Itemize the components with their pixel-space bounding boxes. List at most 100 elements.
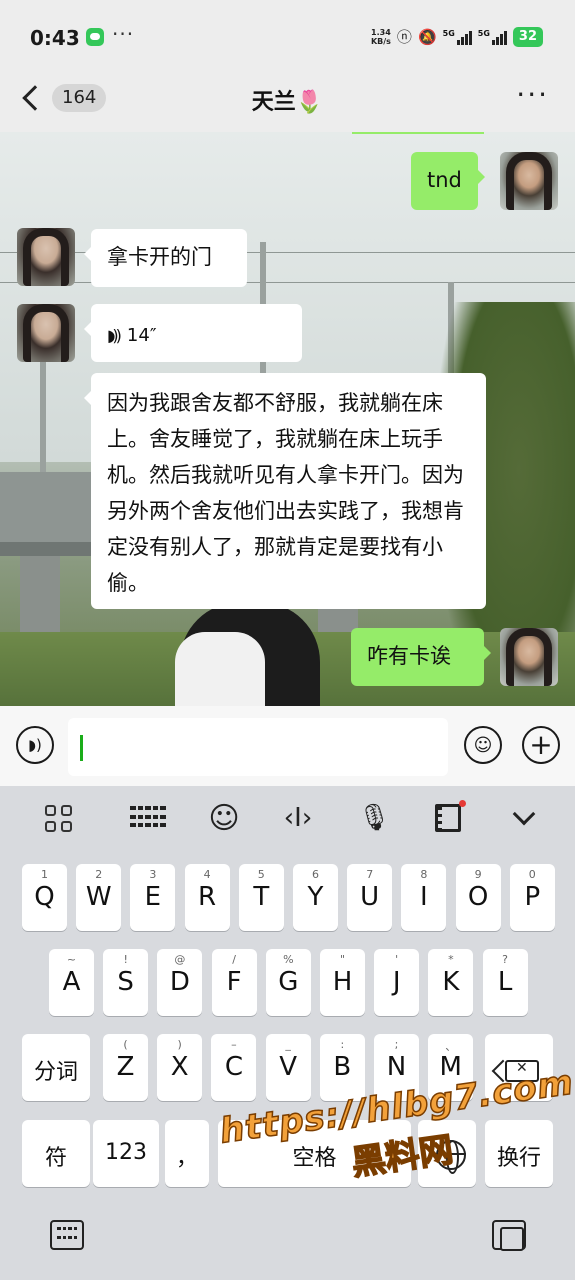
key-c[interactable]: – C — [211, 1034, 257, 1101]
key-secondary-char: ~ — [66, 953, 77, 966]
key-secondary-char: ! — [123, 953, 128, 966]
key-secondary-char: 7 — [366, 868, 374, 881]
key-secondary-char: : — [340, 1038, 345, 1051]
key-r[interactable]: 4R — [184, 864, 230, 931]
message-input-bar: ◗) ☺ + — [0, 706, 575, 786]
contact-avatar[interactable] — [17, 228, 75, 286]
clipboard-icon[interactable] — [492, 1220, 526, 1251]
key-t[interactable]: 5T — [238, 864, 284, 931]
signal-1-icon: 5G — [443, 29, 472, 45]
voice-wave-icon: ◗) — [28, 736, 42, 754]
message-bubble-received[interactable]: 因为我跟舍友都不舒服，我就躺在床上。舍友睡觉了，我就躺在床上玩手机。然后我就听见… — [84, 373, 486, 609]
key-char: F — [226, 967, 242, 997]
message-bubble-sent[interactable]: 咋有卡诶 — [351, 628, 491, 686]
key-l[interactable]: ? L — [482, 949, 528, 1016]
message-text: 因为我跟舍友都不舒服，我就躺在床上。舍友睡觉了，我就躺在床上玩手机。然后我就听见… — [107, 391, 464, 595]
video-sticker-button[interactable] — [428, 800, 468, 836]
key-char: Y — [307, 882, 324, 912]
voice-wave-icon: ◗)) — [107, 326, 122, 345]
keyboard-toggle-icon[interactable] — [50, 1220, 84, 1250]
key-g[interactable]: % G — [265, 949, 311, 1016]
key-j[interactable]: ' J — [374, 949, 420, 1016]
self-avatar[interactable] — [500, 152, 558, 210]
cursor-edit-button[interactable]: ‹I› — [278, 800, 318, 836]
key-label: 符 — [44, 1146, 67, 1171]
contact-avatar[interactable] — [17, 304, 75, 362]
message-bubble-sent[interactable]: tnd — [411, 152, 485, 210]
key-secondary-char: 9 — [474, 868, 482, 881]
key-s[interactable]: ! S — [103, 949, 149, 1016]
bg-person — [175, 632, 265, 706]
key-char: O — [467, 882, 489, 912]
keyboard-toolbar: ☺ ‹I› 🎙 — [0, 786, 575, 852]
key-secondary-char: ) — [177, 1038, 182, 1051]
signal-2-label: 5G — [477, 28, 490, 38]
text-cursor-icon: ‹I› — [283, 803, 313, 833]
key-o[interactable]: 9O — [455, 864, 501, 931]
key-char: Q — [34, 882, 55, 912]
network-speed-value: 1.34 — [371, 27, 391, 37]
key-secondary-char: % — [283, 953, 294, 966]
hide-keyboard-button[interactable] — [504, 800, 544, 836]
chat-header: 164 天兰🌷 ··· — [0, 76, 575, 132]
key-char: L — [497, 967, 513, 997]
key-h[interactable]: " H — [320, 949, 365, 1016]
film-icon — [435, 804, 461, 832]
key-secondary-char: – — [231, 1038, 237, 1051]
key-secondary-char: 6 — [312, 868, 319, 881]
key-z[interactable]: (Z — [103, 1034, 148, 1101]
key-d[interactable]: @ D — [157, 949, 203, 1016]
key-q[interactable]: 1Q — [22, 864, 67, 931]
emoji-panel-button[interactable]: ☺ — [204, 800, 244, 836]
key-secondary-char: / — [232, 953, 236, 966]
more-options-button[interactable]: ··· — [516, 78, 549, 111]
key-x[interactable]: ) X — [157, 1034, 203, 1101]
key-char: T — [253, 882, 270, 912]
self-avatar[interactable] — [500, 628, 558, 686]
status-time: 0:43 — [30, 26, 80, 50]
message-text: tnd — [427, 168, 462, 192]
key-f[interactable]: / F — [211, 949, 257, 1016]
key-secondary-char: _ — [285, 1038, 291, 1051]
key-char: D — [169, 967, 190, 997]
keyboard-icon — [130, 806, 166, 830]
keyboard-switch-button[interactable] — [128, 800, 168, 836]
more-functions-button[interactable]: + — [522, 726, 560, 764]
word-split-key[interactable]: 分词 — [22, 1034, 90, 1101]
chevron-down-icon — [512, 802, 536, 826]
chat-title: 天兰🌷 — [251, 90, 324, 115]
keyboard-menu-button[interactable] — [38, 800, 78, 836]
key-u[interactable]: 7U — [347, 864, 393, 931]
key-char: J — [392, 967, 401, 997]
plus-icon: + — [529, 728, 553, 761]
message-bubble-received[interactable]: 拿卡开的门 — [84, 229, 247, 287]
key-y[interactable]: 6Y — [293, 864, 338, 931]
key-char: U — [360, 882, 380, 912]
partial-message-bubble — [352, 132, 484, 134]
status-bar: 0:43 ··· 1.34 KB/s ⓝ 🔕 5G 5G 32 — [0, 0, 575, 76]
key-char: G — [278, 967, 299, 997]
voice-input-button[interactable]: ◗) — [16, 726, 54, 764]
comma-key[interactable]: ， — [165, 1120, 209, 1187]
number-key[interactable]: 123 — [93, 1120, 159, 1187]
key-e[interactable]: 3E — [130, 864, 176, 931]
chat-message-list[interactable]: tnd 拿卡开的门 ◗)) 14″ 因为我跟舍友都不舒服，我就躺在床上。舍友睡觉… — [0, 132, 575, 706]
key-char: A — [62, 967, 81, 997]
emoji-button[interactable]: ☺ — [464, 726, 502, 764]
vibrate-icon: ⓝ — [396, 28, 412, 46]
key-i[interactable]: 8I — [401, 864, 447, 931]
symbol-key[interactable]: 符 — [22, 1120, 90, 1187]
key-a[interactable]: ~ A — [49, 949, 94, 1016]
key-char: R — [198, 882, 217, 912]
key-p[interactable]: 0P — [509, 864, 555, 931]
key-label: 123 — [105, 1140, 147, 1165]
key-label: ， — [175, 1146, 198, 1171]
voice-message-bubble[interactable]: ◗)) 14″ — [84, 304, 302, 362]
voice-typing-button[interactable]: 🎙 — [354, 800, 394, 836]
key-k[interactable]: * K — [428, 949, 474, 1016]
message-input[interactable] — [68, 718, 448, 776]
key-secondary-char: ? — [502, 953, 509, 966]
key-secondary-char: 8 — [420, 868, 428, 881]
signal-2-icon: 5G — [478, 29, 507, 45]
key-w[interactable]: 2W — [76, 864, 122, 931]
